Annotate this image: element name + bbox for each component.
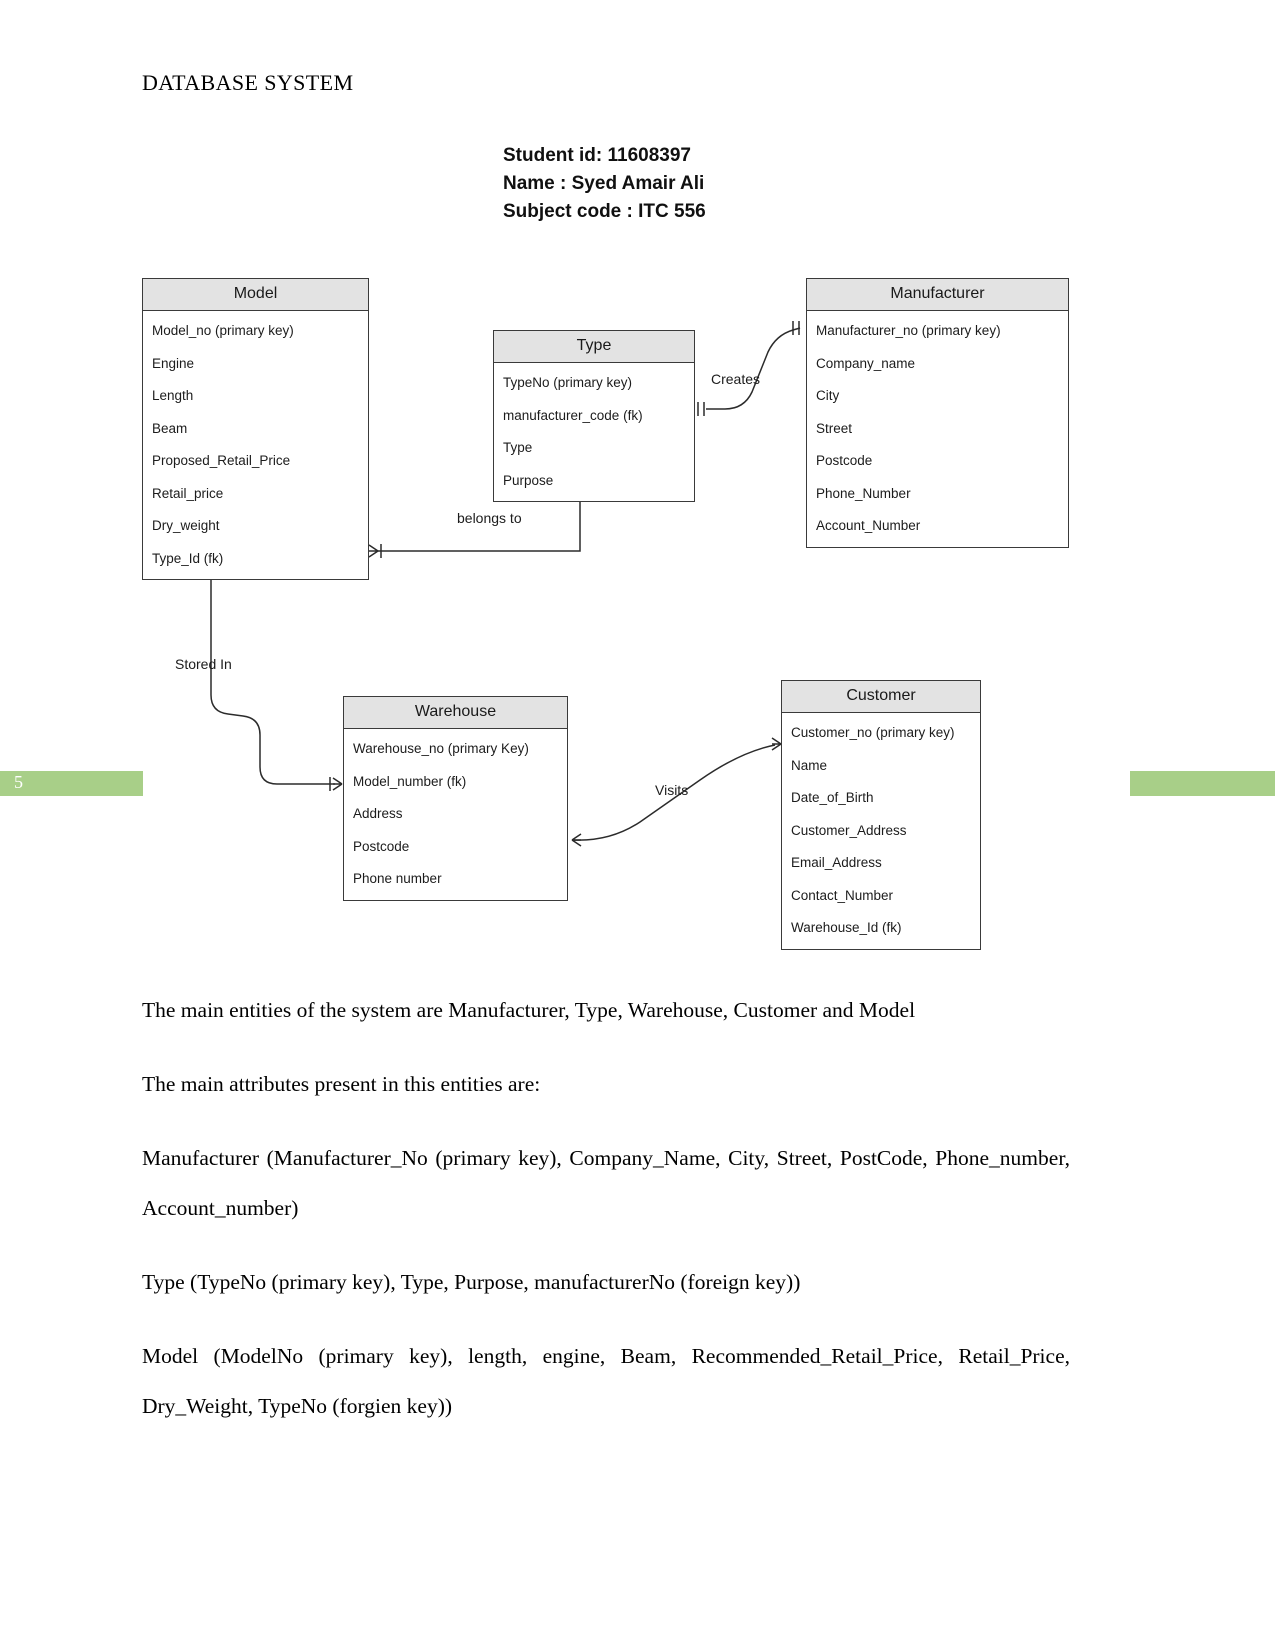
attribute-row: Company_name xyxy=(816,355,916,371)
relationship-label-creates: Creates xyxy=(711,371,761,387)
paragraph-model: Model (ModelNo (primary key), length, en… xyxy=(142,1344,1070,1418)
attribute-row: Retail_price xyxy=(152,485,224,501)
attribute-row: Length xyxy=(152,388,194,403)
attribute-row: Account_Number xyxy=(816,518,921,533)
entity-type-title: Type xyxy=(494,331,694,363)
relationship-label-visits: Visits xyxy=(655,782,689,798)
paragraph-type: Type (TypeNo (primary key), Type, Purpos… xyxy=(142,1270,801,1294)
relationship-label-belongs-to: belongs to xyxy=(457,510,522,526)
entity-model-title: Model xyxy=(143,279,368,311)
relationship-label-stored-in: Stored In xyxy=(175,656,232,672)
attribute-row: TypeNo (primary key) xyxy=(503,375,633,390)
attribute-row: Type xyxy=(503,440,533,455)
attribute-row: Customer_Address xyxy=(791,822,907,838)
attribute-row: manufacturer_code (fk) xyxy=(503,407,643,423)
paragraph-entities: The main entities of the system are Manu… xyxy=(142,998,916,1022)
attribute-row: Dry_weight xyxy=(152,518,220,533)
attribute-row: Beam xyxy=(152,420,188,436)
attribute-row: Purpose xyxy=(503,472,554,488)
attribute-row: Customer_no (primary key) xyxy=(791,725,955,740)
paragraph-manufacturer: Manufacturer (Manufacturer_No (primary k… xyxy=(142,1146,1070,1220)
attribute-row: Date_of_Birth xyxy=(791,790,874,805)
attribute-row: Street xyxy=(816,420,853,436)
entity-warehouse-title: Warehouse xyxy=(344,697,567,729)
entity-customer-attributes: Customer_no (primary key) Name Date_of_B… xyxy=(782,713,980,949)
attribute-row: Postcode xyxy=(816,453,873,468)
attribute-row: Email_Address xyxy=(791,855,882,870)
attribute-row: Manufacturer_no (primary key) xyxy=(816,323,1001,338)
attribute-row: City xyxy=(816,388,840,403)
page-number: 5 xyxy=(14,772,23,792)
attribute-row: Contact_Number xyxy=(791,887,894,903)
paragraph-attributes-intro: The main attributes present in this enti… xyxy=(142,1072,541,1096)
attribute-row: Phone_Number xyxy=(816,485,911,501)
entity-model[interactable]: Model Model_no (primary key) Engine Leng… xyxy=(142,278,369,580)
entity-customer[interactable]: Customer Customer_no (primary key) Name … xyxy=(781,680,981,950)
entity-model-attributes: Model_no (primary key) Engine Length Bea… xyxy=(143,311,368,579)
entity-manufacturer-attributes: Manufacturer_no (primary key) Company_na… xyxy=(807,311,1068,547)
attribute-row: Address xyxy=(353,806,403,821)
entity-manufacturer[interactable]: Manufacturer Manufacturer_no (primary ke… xyxy=(806,278,1069,548)
er-diagram: Model Model_no (primary key) Engine Leng… xyxy=(0,0,1275,1000)
attribute-row: Model_no (primary key) xyxy=(152,323,294,338)
attribute-row: Postcode xyxy=(353,838,410,854)
attribute-row: Warehouse_no (primary Key) xyxy=(353,741,529,756)
attribute-row: Warehouse_Id (fk) xyxy=(791,920,902,935)
attribute-row: Type_Id (fk) xyxy=(152,550,224,566)
page-marker-right xyxy=(1130,771,1275,796)
entity-warehouse[interactable]: Warehouse Warehouse_no (primary Key) Mod… xyxy=(343,696,568,901)
body-text: The main entities of the system are Manu… xyxy=(142,985,1070,1455)
entity-type-attributes: TypeNo (primary key) manufacturer_code (… xyxy=(494,363,694,501)
attribute-row: Model_number (fk) xyxy=(353,773,467,789)
attribute-row: Phone number xyxy=(353,871,442,886)
entity-warehouse-attributes: Warehouse_no (primary Key) Model_number … xyxy=(344,729,567,900)
entity-customer-title: Customer xyxy=(782,681,980,713)
attribute-row: Name xyxy=(791,757,828,773)
entity-manufacturer-title: Manufacturer xyxy=(807,279,1068,311)
entity-type[interactable]: Type TypeNo (primary key) manufacturer_c… xyxy=(493,330,695,502)
attribute-row: Engine xyxy=(152,355,195,371)
attribute-row: Proposed_Retail_Price xyxy=(152,453,291,468)
